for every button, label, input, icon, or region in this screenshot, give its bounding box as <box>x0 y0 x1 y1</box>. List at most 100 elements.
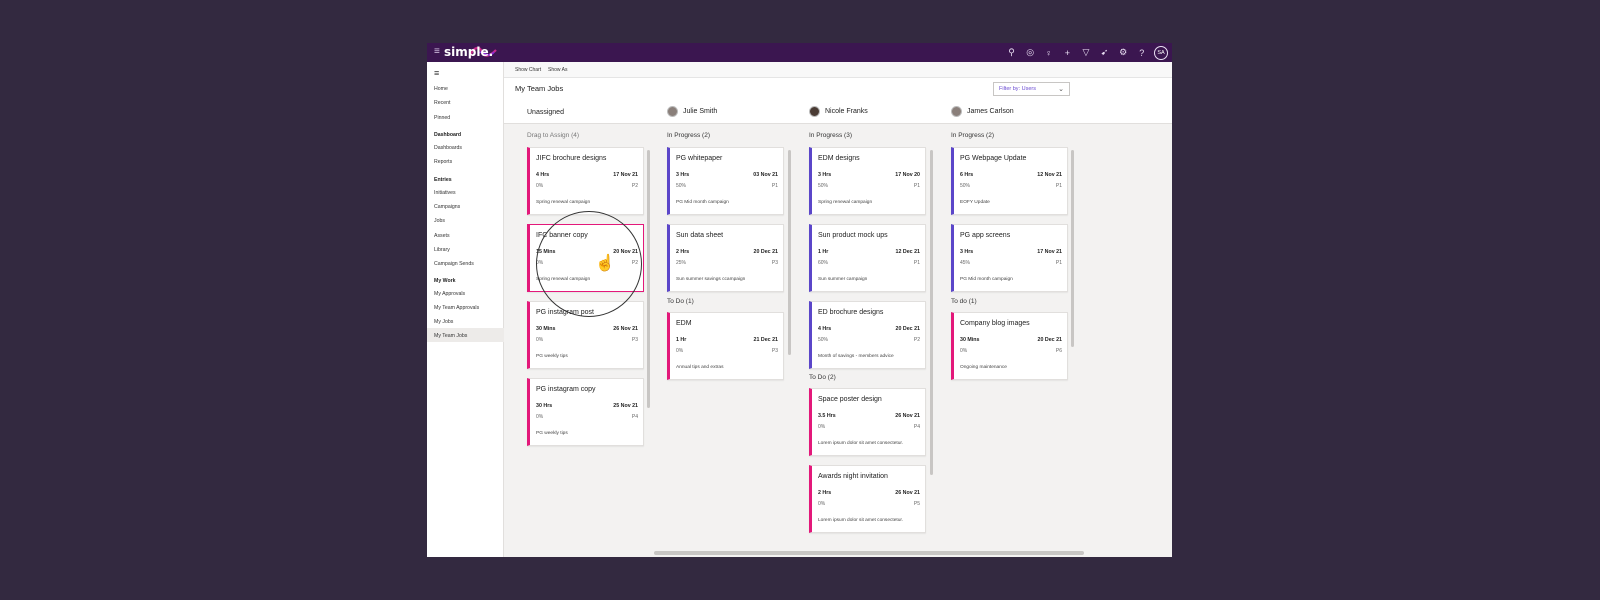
job-card[interactable]: JIFC brochure designs 4 Hrs 17 Nov 21 0%… <box>527 147 644 215</box>
sidebar-item-home[interactable]: Home <box>434 86 448 92</box>
job-card[interactable]: ED brochure designs 4 Hrs 20 Dec 21 50% … <box>809 301 926 369</box>
card-progress: 50% <box>818 183 829 189</box>
filter-label: Filter by: Users <box>999 86 1036 92</box>
column-scrollbar[interactable] <box>930 150 933 475</box>
hand-cursor-icon: ☝ <box>595 255 615 272</box>
lightbulb-icon[interactable]: ♀ <box>1039 45 1058 60</box>
show-chart-button[interactable]: Show Chart <box>515 67 541 73</box>
card-date: 17 Nov 21 <box>1037 249 1062 255</box>
sidebar-item-campaigns[interactable]: Campaigns <box>434 204 460 210</box>
column-unassigned: Unassigned <box>527 109 564 116</box>
sidebar-item-initiatives[interactable]: Initiatives <box>434 190 456 196</box>
sidebar-item-my-team-jobs[interactable]: My Team Jobs <box>434 333 467 339</box>
plus-icon[interactable]: + <box>1058 45 1077 60</box>
job-card[interactable]: Awards night invitation 2 Hrs 26 Nov 21 … <box>809 465 926 533</box>
sidebar-section-entries: Entries <box>434 177 452 183</box>
card-date: 25 Nov 21 <box>613 403 638 409</box>
card-priority: P5 <box>913 501 920 507</box>
card-date: 20 Dec 21 <box>753 249 778 255</box>
card-date: 20 Dec 21 <box>1037 337 1062 343</box>
card-progress: 0% <box>536 183 544 189</box>
card-campaign: Sun summer savings ccampaign <box>676 277 746 282</box>
command-bar: Show Chart Show As <box>504 62 1172 78</box>
job-card[interactable]: PG Webpage Update 6 Hrs 12 Nov 21 50% P1… <box>951 147 1068 215</box>
sidebar-menu-icon[interactable]: ≡ <box>434 68 439 78</box>
card-hours: 30 Mins <box>536 326 556 332</box>
sidebar: ≡ Home Recent Pinned Dashboard Dashboard… <box>427 62 504 557</box>
group-label-drag-to-assign: Drag to Assign (4) <box>527 132 580 139</box>
group-label-in-progress: In Progress (3) <box>809 132 852 139</box>
card-title: EDM <box>676 320 692 327</box>
sidebar-item-library[interactable]: Library <box>434 247 450 253</box>
job-card[interactable]: EDM 1 Hr 21 Dec 21 0% P3 Annual tips and… <box>667 312 784 380</box>
card-progress: 0% <box>676 348 684 354</box>
sidebar-item-assets[interactable]: Assets <box>434 233 450 239</box>
card-campaign: Annual tips and extras <box>676 365 724 370</box>
user-avatar[interactable]: SA <box>1154 45 1168 60</box>
column-title: Unassigned <box>527 109 564 116</box>
column-scrollbar[interactable] <box>647 150 650 408</box>
column-scrollbar[interactable] <box>788 150 791 355</box>
card-hours: 3 Hrs <box>818 172 832 178</box>
group-label-to-do: To Do (2) <box>809 374 836 381</box>
rocket-icon[interactable]: ➹ <box>1095 45 1114 60</box>
column-scrollbar[interactable] <box>1071 150 1074 347</box>
search-icon[interactable]: ⚲ <box>1002 45 1021 60</box>
job-card[interactable]: EDM designs 3 Hrs 17 Nov 20 50% P1 Sprin… <box>809 147 926 215</box>
card-date: 17 Nov 21 <box>613 172 638 178</box>
card-priority: P6 <box>1055 348 1062 354</box>
help-icon[interactable]: ? <box>1132 45 1151 60</box>
sidebar-item-dashboards[interactable]: Dashboards <box>434 145 462 151</box>
filter-dropdown[interactable]: Filter by: Users ⌄ <box>993 82 1070 96</box>
card-date: 12 Dec 21 <box>895 249 920 255</box>
sidebar-item-my-team-approvals[interactable]: My Team Approvals <box>434 305 479 311</box>
topbar-icons: ⚲ ◎ ♀ + ▽ ➹ ⚙ ? SA <box>1002 45 1168 60</box>
logo[interactable]: simple. <box>444 44 504 60</box>
app-launcher-icon[interactable]: ≡ <box>434 46 440 57</box>
card-title: Sun product mock ups <box>818 232 888 239</box>
filter-icon[interactable]: ▽ <box>1077 45 1096 60</box>
job-card[interactable]: PG whitepaper 3 Hrs 03 Nov 21 50% P1 PG … <box>667 147 784 215</box>
card-title: PG app screens <box>960 232 1011 239</box>
card-hours: 6 Hrs <box>960 172 974 178</box>
job-card[interactable]: Company blog images 30 Mins 20 Dec 21 0%… <box>951 312 1068 380</box>
sidebar-item-campaign-sends[interactable]: Campaign Sends <box>434 261 474 267</box>
sidebar-section-my-work: My Work <box>434 278 456 284</box>
sidebar-item-my-approvals[interactable]: My Approvals <box>434 291 465 297</box>
job-card[interactable]: PG app screens 3 Hrs 17 Nov 21 45% P1 PG… <box>951 224 1068 292</box>
gear-icon[interactable]: ⚙ <box>1114 45 1133 60</box>
card-campaign: Spring renewal campaign <box>818 200 873 205</box>
card-date: 12 Nov 21 <box>1037 172 1062 178</box>
job-card[interactable]: PG instagram copy 30 Hrs 25 Nov 21 0% P4… <box>527 378 644 446</box>
sidebar-item-reports[interactable]: Reports <box>434 159 452 165</box>
card-progress: 25% <box>676 260 687 266</box>
card-campaign: Month of savings - members advice <box>818 354 894 359</box>
group-label-in-progress: In Progress (2) <box>667 132 710 139</box>
sidebar-item-jobs[interactable]: Jobs <box>434 218 445 224</box>
job-card[interactable]: Space poster design 3.5 Hrs 26 Nov 21 0%… <box>809 388 926 456</box>
compass-icon[interactable]: ◎ <box>1021 45 1040 60</box>
card-title: EDM designs <box>818 155 860 162</box>
card-campaign: PG Mid month campaign <box>676 200 729 205</box>
card-progress: 60% <box>818 260 829 266</box>
column-nicole-franks: Nicole Franks <box>809 106 868 117</box>
avatar <box>951 106 962 117</box>
job-card[interactable]: Sun product mock ups 1 Hr 12 Dec 21 60% … <box>809 224 926 292</box>
card-progress: 0% <box>818 501 826 507</box>
logo-text: simple. <box>444 45 494 59</box>
card-priority: P2 <box>631 183 638 189</box>
card-hours: 1 Hr <box>676 337 687 343</box>
card-campaign: Spring renewal campaign <box>536 200 591 205</box>
sidebar-item-my-jobs[interactable]: My Jobs <box>434 319 453 325</box>
column-title: James Carlson <box>967 108 1014 115</box>
card-hours: 3 Hrs <box>676 172 690 178</box>
card-title: Company blog images <box>960 320 1030 327</box>
card-title: JIFC brochure designs <box>536 155 607 162</box>
sidebar-item-recent[interactable]: Recent <box>434 100 450 106</box>
card-campaign: PG weekly tips <box>536 354 568 359</box>
job-card[interactable]: Sun data sheet 2 Hrs 20 Dec 21 25% P3 Su… <box>667 224 784 292</box>
card-campaign: Sun summer campaign <box>818 277 868 282</box>
sidebar-item-pinned[interactable]: Pinned <box>434 115 450 121</box>
board-horizontal-scrollbar[interactable] <box>654 551 1084 555</box>
show-as-button[interactable]: Show As <box>548 67 567 73</box>
